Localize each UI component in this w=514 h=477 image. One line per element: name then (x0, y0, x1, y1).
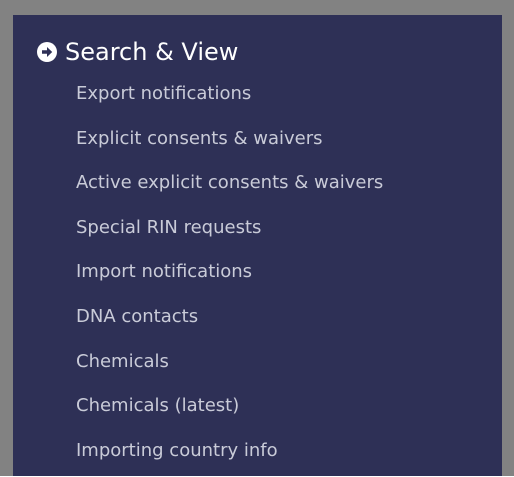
menu-frame: Search & View Export notifications Expli… (0, 0, 514, 476)
chemicals-latest-link[interactable]: Chemicals (latest) (76, 395, 239, 416)
export-notifications-link[interactable]: Export notifications (76, 83, 251, 104)
section-heading[interactable]: Search & View (37, 35, 238, 69)
menu-item-active-explicit-consents: Active explicit consents & waivers (76, 165, 383, 210)
importing-country-info-link[interactable]: Importing country info (76, 440, 278, 461)
menu-item-chemicals: Chemicals (76, 344, 383, 389)
circle-arrow-right-icon (37, 42, 57, 62)
special-rin-requests-link[interactable]: Special RIN requests (76, 217, 261, 238)
menu-item-chemicals-latest: Chemicals (latest) (76, 388, 383, 433)
active-explicit-consents-link[interactable]: Active explicit consents & waivers (76, 172, 383, 193)
explicit-consents-link[interactable]: Explicit consents & waivers (76, 128, 322, 149)
search-view-panel: Search & View Export notifications Expli… (13, 15, 502, 476)
menu-item-export-notifications: Export notifications (76, 76, 383, 121)
menu-item-importing-country-info: Importing country info (76, 433, 383, 477)
import-notifications-link[interactable]: Import notifications (76, 261, 252, 282)
menu-item-special-rin-requests: Special RIN requests (76, 210, 383, 255)
menu-item-explicit-consents: Explicit consents & waivers (76, 121, 383, 166)
menu-item-import-notifications: Import notifications (76, 254, 383, 299)
chemicals-link[interactable]: Chemicals (76, 351, 169, 372)
dna-contacts-link[interactable]: DNA contacts (76, 306, 198, 327)
menu-item-dna-contacts: DNA contacts (76, 299, 383, 344)
section-title: Search & View (65, 38, 239, 66)
search-view-menu: Export notifications Explicit consents &… (76, 76, 383, 477)
